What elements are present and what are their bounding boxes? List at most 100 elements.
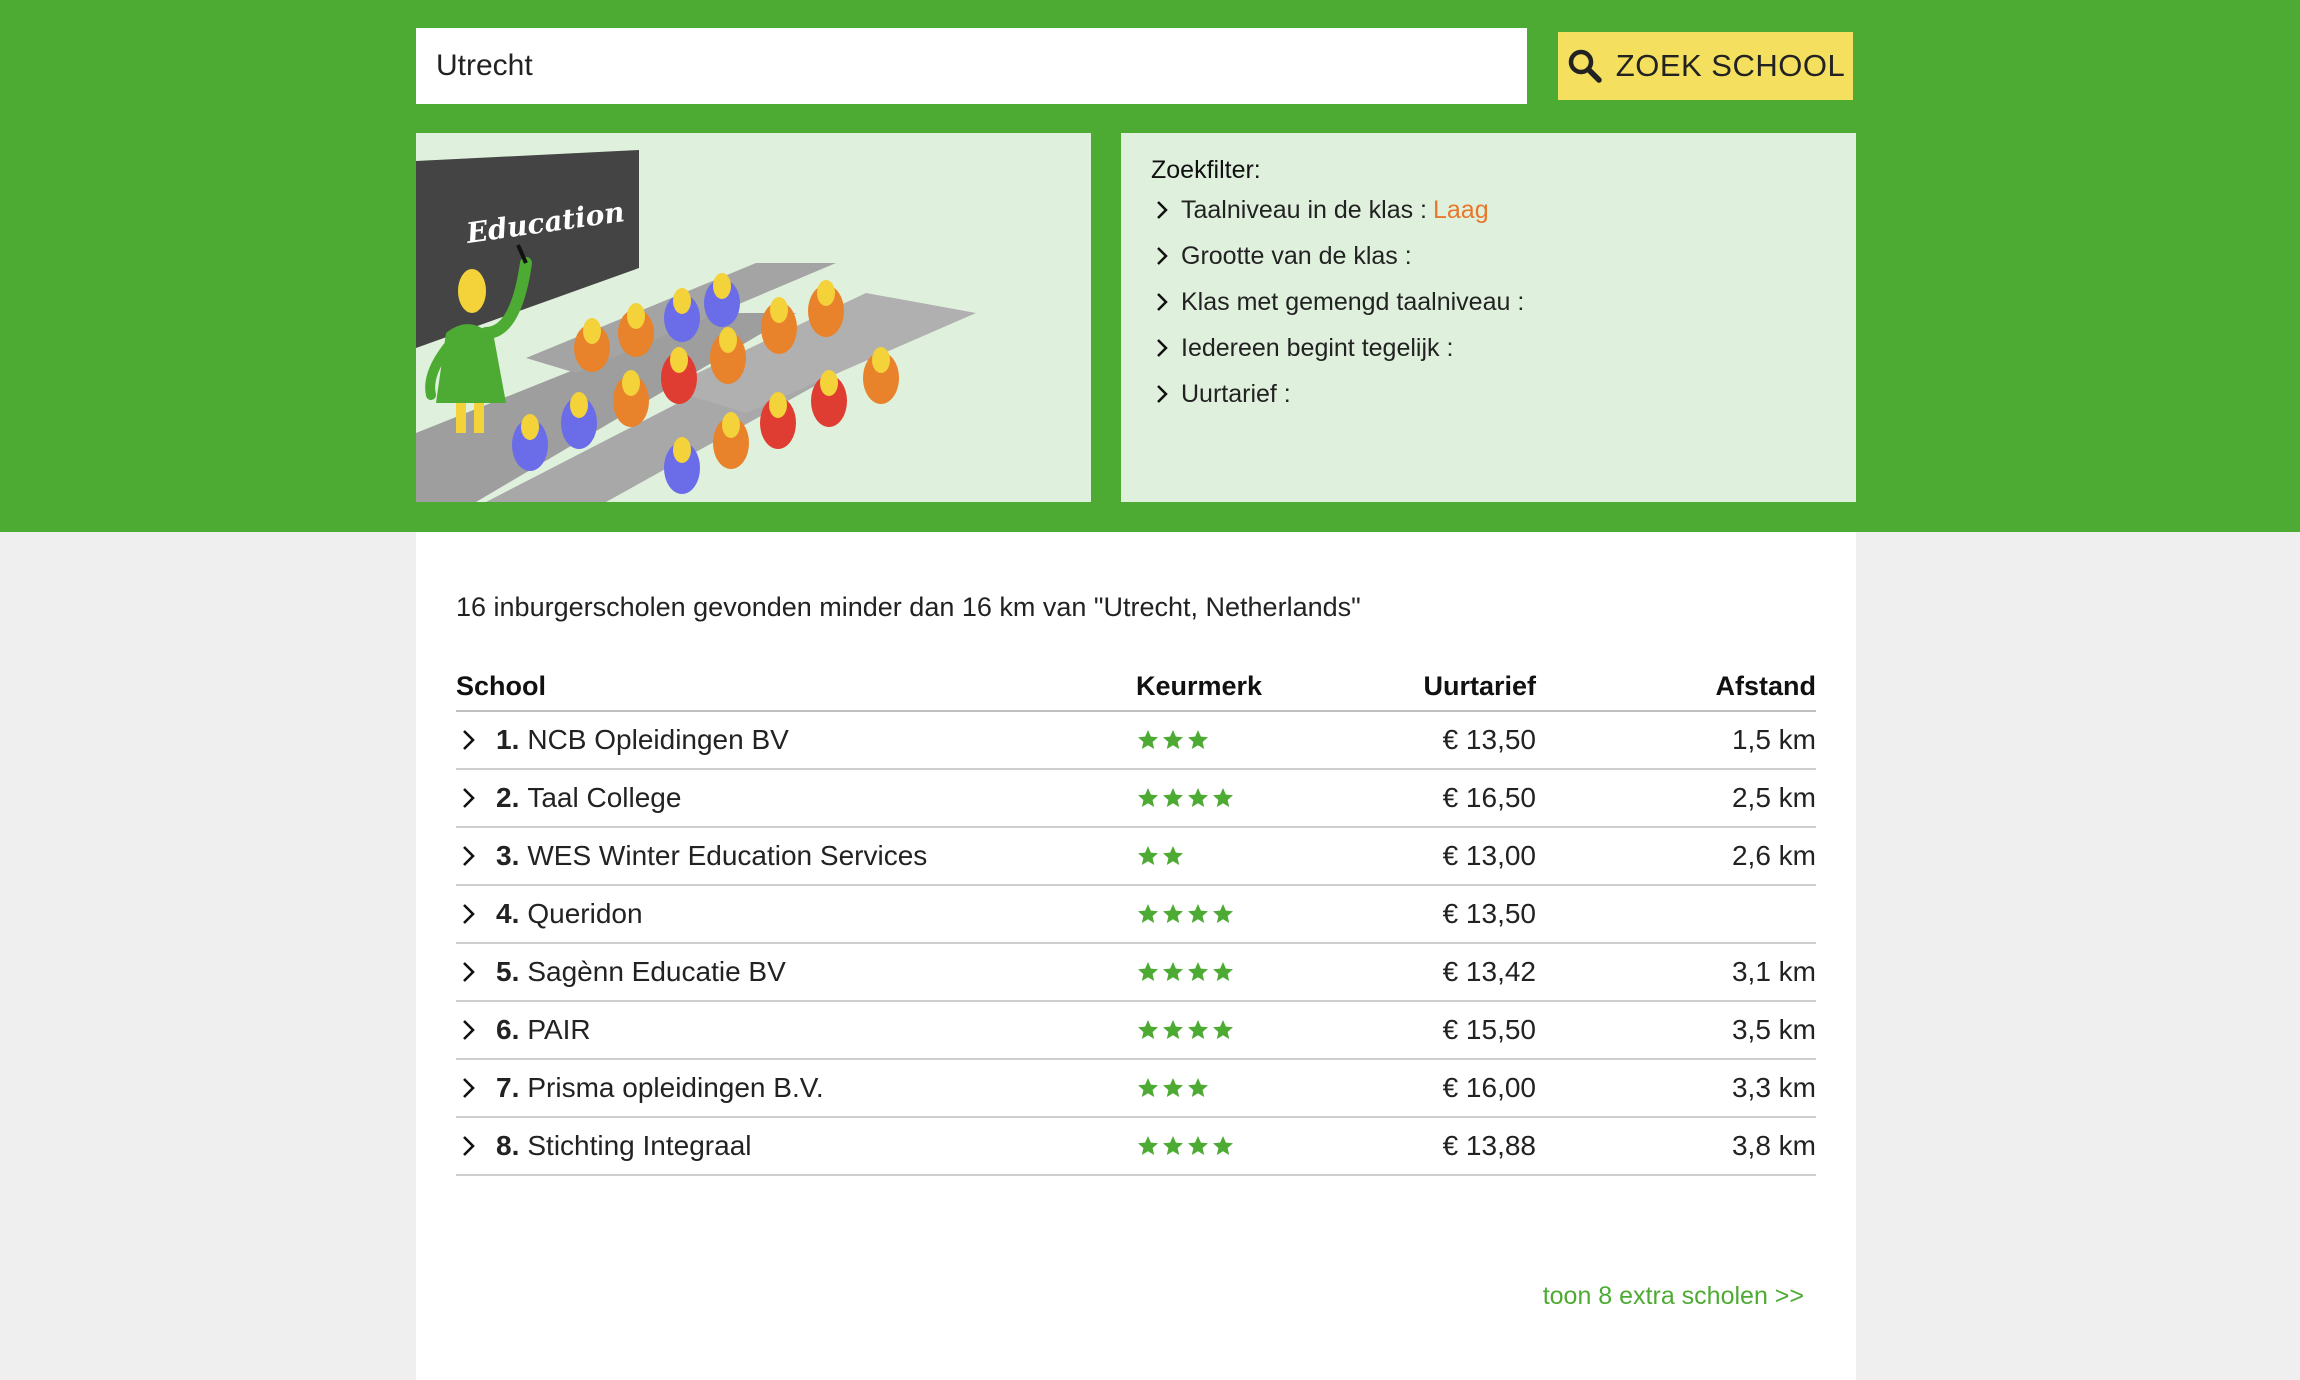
uurtarief-cell: € 13,00 xyxy=(1442,840,1536,871)
school-rank: 2. xyxy=(496,782,520,813)
filter-tegelijk[interactable]: Iedereen begint tegelijk : xyxy=(1151,325,1826,371)
keurmerk-stars xyxy=(1136,1018,1286,1042)
uurtarief-cell: € 15,50 xyxy=(1442,1014,1536,1045)
filter-gemengd[interactable]: Klas met gemengd taalniveau : xyxy=(1151,279,1826,325)
star-icon xyxy=(1188,962,1208,981)
header-afstand[interactable]: Afstand xyxy=(1536,671,1817,702)
star-icon xyxy=(1138,846,1158,865)
chevron-right-icon[interactable] xyxy=(456,960,480,984)
results-table: School Keurmerk Uurtarief Afstand 1. NCB … xyxy=(456,662,1816,1176)
filter-uurtarief[interactable]: Uurtarief : xyxy=(1151,371,1826,417)
classroom-illustration: Education xyxy=(416,133,1091,502)
school-name[interactable]: Stichting Integraal xyxy=(527,1130,751,1162)
school-name[interactable]: Taal College xyxy=(527,782,681,814)
search-button[interactable]: ZOEK SCHOOL xyxy=(1558,32,1853,100)
chevron-right-icon xyxy=(1157,339,1168,357)
keurmerk-cell xyxy=(1136,786,1286,810)
school-name[interactable]: PAIR xyxy=(527,1014,590,1046)
star-icon xyxy=(1163,1078,1183,1097)
keurmerk-cell xyxy=(1136,902,1286,926)
star-icon xyxy=(1163,788,1183,807)
header-uurtarief[interactable]: Uurtarief xyxy=(1286,671,1536,702)
school-cell[interactable]: 3. WES Winter Education Services xyxy=(456,840,1136,872)
uurtarief-cell: € 13,42 xyxy=(1442,956,1536,987)
afstand-cell: 3,3 km xyxy=(1731,1072,1816,1103)
school-cell[interactable]: 6. PAIR xyxy=(456,1014,1136,1046)
uurtarief-cell: € 16,50 xyxy=(1442,782,1536,813)
keurmerk-stars xyxy=(1136,728,1286,752)
afstand-cell: 3,1 km xyxy=(1731,956,1816,987)
chevron-right-icon xyxy=(1157,247,1168,265)
star-icon xyxy=(1213,962,1233,981)
star-icon xyxy=(1138,1020,1158,1039)
show-more-link[interactable]: toon 8 extra scholen >> xyxy=(1543,1282,1804,1311)
filter-label: Taalniveau in de klas : xyxy=(1181,195,1427,224)
filter-grootte[interactable]: Grootte van de klas : xyxy=(1151,233,1826,279)
search-icon xyxy=(1566,47,1604,85)
table-row[interactable]: 5. Sagènn Educatie BV € 13,42 3,1 km xyxy=(456,944,1816,1002)
keurmerk-cell xyxy=(1136,844,1286,868)
table-row[interactable]: 1. NCB Opleidingen BV € 13,50 1,5 km xyxy=(456,712,1816,770)
chevron-right-icon[interactable] xyxy=(456,786,480,810)
uurtarief-cell: € 13,88 xyxy=(1442,1130,1536,1161)
school-cell[interactable]: 2. Taal College xyxy=(456,782,1136,814)
afstand-cell: 3,8 km xyxy=(1731,1130,1816,1161)
school-cell[interactable]: 5. Sagènn Educatie BV xyxy=(456,956,1136,988)
school-name[interactable]: NCB Opleidingen BV xyxy=(527,724,788,756)
star-icon xyxy=(1138,1136,1158,1155)
header-school[interactable]: School xyxy=(456,671,1136,702)
chevron-right-icon[interactable] xyxy=(456,728,480,752)
table-row[interactable]: 4. Queridon € 13,50 xyxy=(456,886,1816,944)
star-icon xyxy=(1138,1078,1158,1097)
chevron-right-icon xyxy=(1157,201,1168,219)
school-rank: 5. xyxy=(496,956,520,987)
table-row[interactable]: 2. Taal College € 16,50 2,5 km xyxy=(456,770,1816,828)
chevron-right-icon[interactable] xyxy=(456,1076,480,1100)
filter-label: Iedereen begint tegelijk : xyxy=(1181,333,1454,362)
header-keurmerk[interactable]: Keurmerk xyxy=(1136,671,1286,702)
star-icon xyxy=(1213,788,1233,807)
chevron-right-icon[interactable] xyxy=(456,1134,480,1158)
star-icon xyxy=(1163,846,1183,865)
search-input[interactable] xyxy=(416,28,1527,104)
table-row[interactable]: 6. PAIR € 15,50 3,5 km xyxy=(456,1002,1816,1060)
school-rank: 8. xyxy=(496,1130,520,1161)
school-cell[interactable]: 7. Prisma opleidingen B.V. xyxy=(456,1072,1136,1104)
school-cell[interactable]: 4. Queridon xyxy=(456,898,1136,930)
school-name[interactable]: Queridon xyxy=(527,898,642,930)
table-body: 1. NCB Opleidingen BV € 13,50 1,5 km 2. Taal … xyxy=(456,712,1816,1176)
chevron-right-icon[interactable] xyxy=(456,844,480,868)
keurmerk-stars xyxy=(1136,902,1286,926)
uurtarief-cell: € 16,00 xyxy=(1442,1072,1536,1103)
table-row[interactable]: 8. Stichting Integraal € 13,88 3,8 km xyxy=(456,1118,1816,1176)
filter-title: Zoekfilter: xyxy=(1151,156,1261,184)
star-icon xyxy=(1188,730,1208,749)
school-cell[interactable]: 1. NCB Opleidingen BV xyxy=(456,724,1136,756)
school-name[interactable]: Sagènn Educatie BV xyxy=(527,956,785,988)
star-icon xyxy=(1188,1136,1208,1155)
table-header: School Keurmerk Uurtarief Afstand xyxy=(456,662,1816,712)
star-icon xyxy=(1188,904,1208,923)
chevron-right-icon[interactable] xyxy=(456,902,480,926)
header-bar: ZOEK SCHOOL Education xyxy=(0,0,2300,532)
afstand-cell: 2,5 km xyxy=(1731,782,1816,813)
school-name[interactable]: Prisma opleidingen B.V. xyxy=(527,1072,823,1104)
star-icon xyxy=(1138,962,1158,981)
keurmerk-stars xyxy=(1136,960,1286,984)
star-icon xyxy=(1163,1136,1183,1155)
school-rank: 6. xyxy=(496,1014,520,1045)
results-panel: 16 inburgerscholen gevonden minder dan 1… xyxy=(416,532,1856,1380)
chevron-right-icon xyxy=(1157,293,1168,311)
star-icon xyxy=(1213,1020,1233,1039)
filter-taalniveau[interactable]: Taalniveau in de klas : Laag xyxy=(1151,187,1826,233)
school-name[interactable]: WES Winter Education Services xyxy=(527,840,927,872)
keurmerk-stars xyxy=(1136,1134,1286,1158)
school-rank: 1. xyxy=(496,724,520,755)
chevron-right-icon[interactable] xyxy=(456,1018,480,1042)
table-row[interactable]: 3. WES Winter Education Services € 13,00 2,… xyxy=(456,828,1816,886)
school-cell[interactable]: 8. Stichting Integraal xyxy=(456,1130,1136,1162)
star-icon xyxy=(1138,904,1158,923)
table-row[interactable]: 7. Prisma opleidingen B.V. € 16,00 3,3 km xyxy=(456,1060,1816,1118)
chevron-right-icon xyxy=(1157,385,1168,403)
filter-value: Laag xyxy=(1432,195,1489,224)
